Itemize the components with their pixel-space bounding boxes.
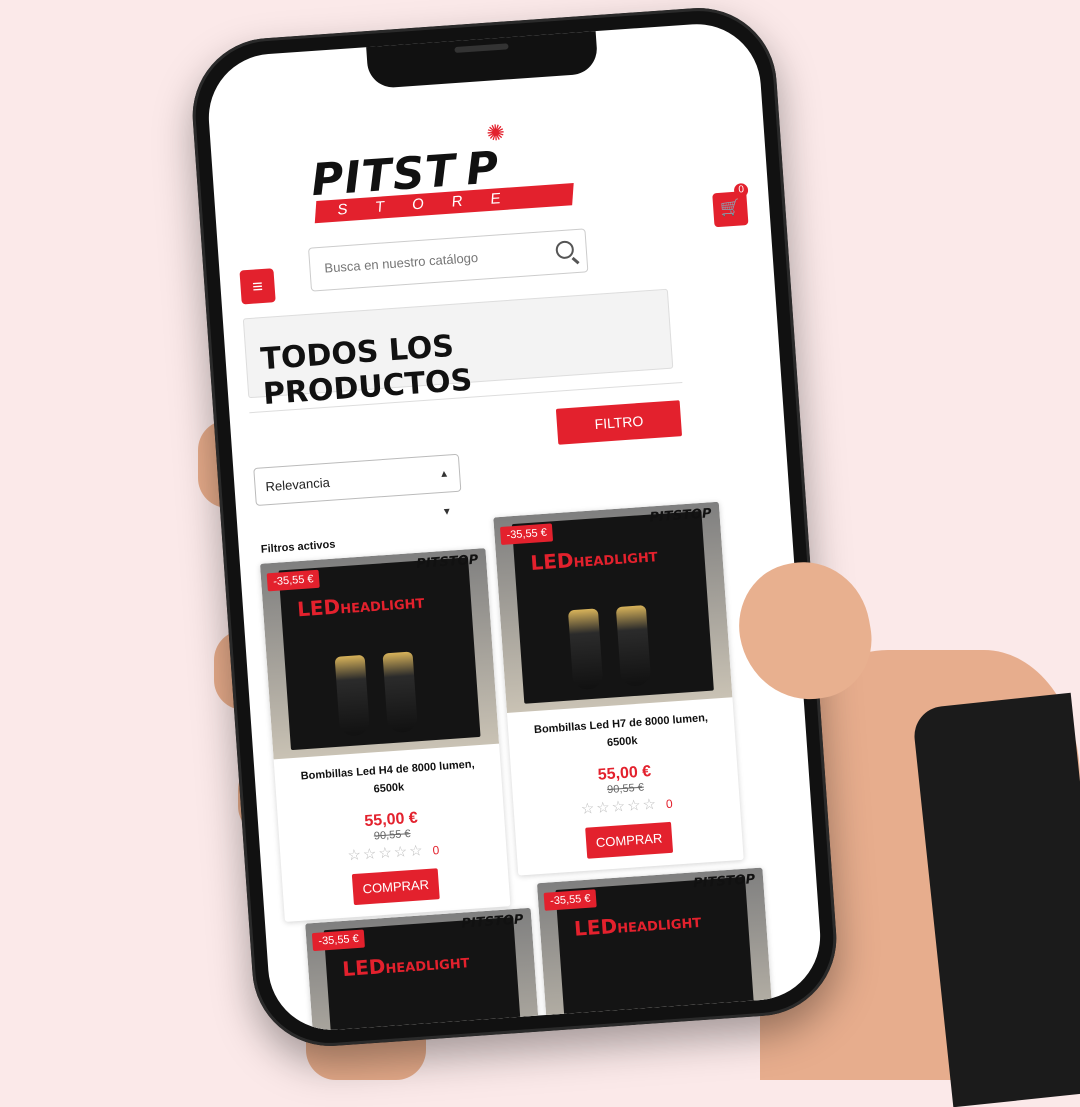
sort-selected: Relevancia — [265, 474, 331, 495]
review-count: 0 — [432, 843, 440, 858]
star-icons: ☆☆☆☆☆ — [580, 795, 659, 819]
active-filters-label: Filtros activos — [260, 538, 336, 556]
product-image[interactable]: LEDHEADLIGHT PITSTOP -35,55 € — [305, 907, 545, 1035]
bulb-right — [382, 651, 419, 734]
review-count: 0 — [665, 796, 674, 812]
phone: ✺ PITST P STORE 🛒 0 ≡ TODOS LOS PRODUCTO… — [187, 2, 842, 1052]
star-icons: ☆☆☆☆☆ — [346, 842, 426, 865]
product-mini-logo: PITSTOP — [461, 912, 524, 932]
product-mini-logo: PITSTOP — [415, 552, 479, 572]
sort-select[interactable]: Relevancia ▲ ▼ — [253, 453, 462, 518]
bulb-right — [615, 605, 652, 687]
discount-badge: -35,55 € — [311, 929, 366, 952]
bulb-left — [567, 608, 604, 691]
menu-icon: ≡ — [251, 275, 264, 297]
product-mini-logo: PITSTOP — [649, 506, 713, 526]
phone-screen: ✺ PITST P STORE 🛒 0 ≡ TODOS LOS PRODUCTO… — [204, 19, 825, 1035]
product-mini-logo: PITSTOP — [692, 872, 756, 892]
product-card[interactable]: LEDHEADLIGHT PITSTOP -35,55 € — [305, 907, 545, 1035]
buy-button[interactable]: COMPRAR — [351, 868, 440, 906]
discount-badge: -35,55 € — [543, 889, 598, 911]
product-name[interactable]: Bombillas Led H7 de 8000 lumen, 6500k — [518, 708, 726, 760]
search-icon[interactable] — [555, 240, 575, 260]
store-logo[interactable]: ✺ PITST P STORE — [308, 119, 574, 237]
buy-button[interactable]: COMPRAR — [584, 821, 674, 859]
product-image[interactable]: LEDHEADLIGHT PITSTOP -35,55 € — [259, 548, 500, 760]
cart-count: 0 — [734, 182, 749, 198]
sort-arrows-icon: ▲ ▼ — [438, 468, 453, 519]
product-info: Bombillas Led H4 de 8000 lumen, 6500k 55… — [274, 744, 511, 922]
product-info: Bombillas Led H7 de 8000 lumen, 6500k 55… — [507, 697, 744, 875]
product-image[interactable]: LEDHEADLIGHT PITSTOP -35,55 € — [493, 501, 733, 713]
page-title-box: TODOS LOS PRODUCTOS — [242, 288, 674, 412]
product-card[interactable]: LEDHEADLIGHT PITSTOP -35,55 € Bombillas … — [259, 548, 511, 922]
filter-button[interactable]: FILTRO — [555, 400, 683, 445]
cart-button[interactable]: 🛒 0 — [712, 182, 749, 228]
menu-button[interactable]: ≡ — [239, 268, 276, 305]
discount-badge: -35,55 € — [499, 523, 554, 545]
product-card[interactable]: LEDHEADLIGHT PITSTOP -35,55 € Bombillas … — [493, 501, 744, 876]
cart-icon: 🛒 — [719, 199, 741, 218]
product-name[interactable]: Bombillas Led H4 de 8000 lumen, 6500k — [284, 754, 492, 806]
search-box[interactable] — [308, 228, 589, 292]
bulb-left — [334, 654, 371, 737]
search-input[interactable] — [309, 231, 560, 289]
discount-badge: -35,55 € — [266, 569, 321, 592]
